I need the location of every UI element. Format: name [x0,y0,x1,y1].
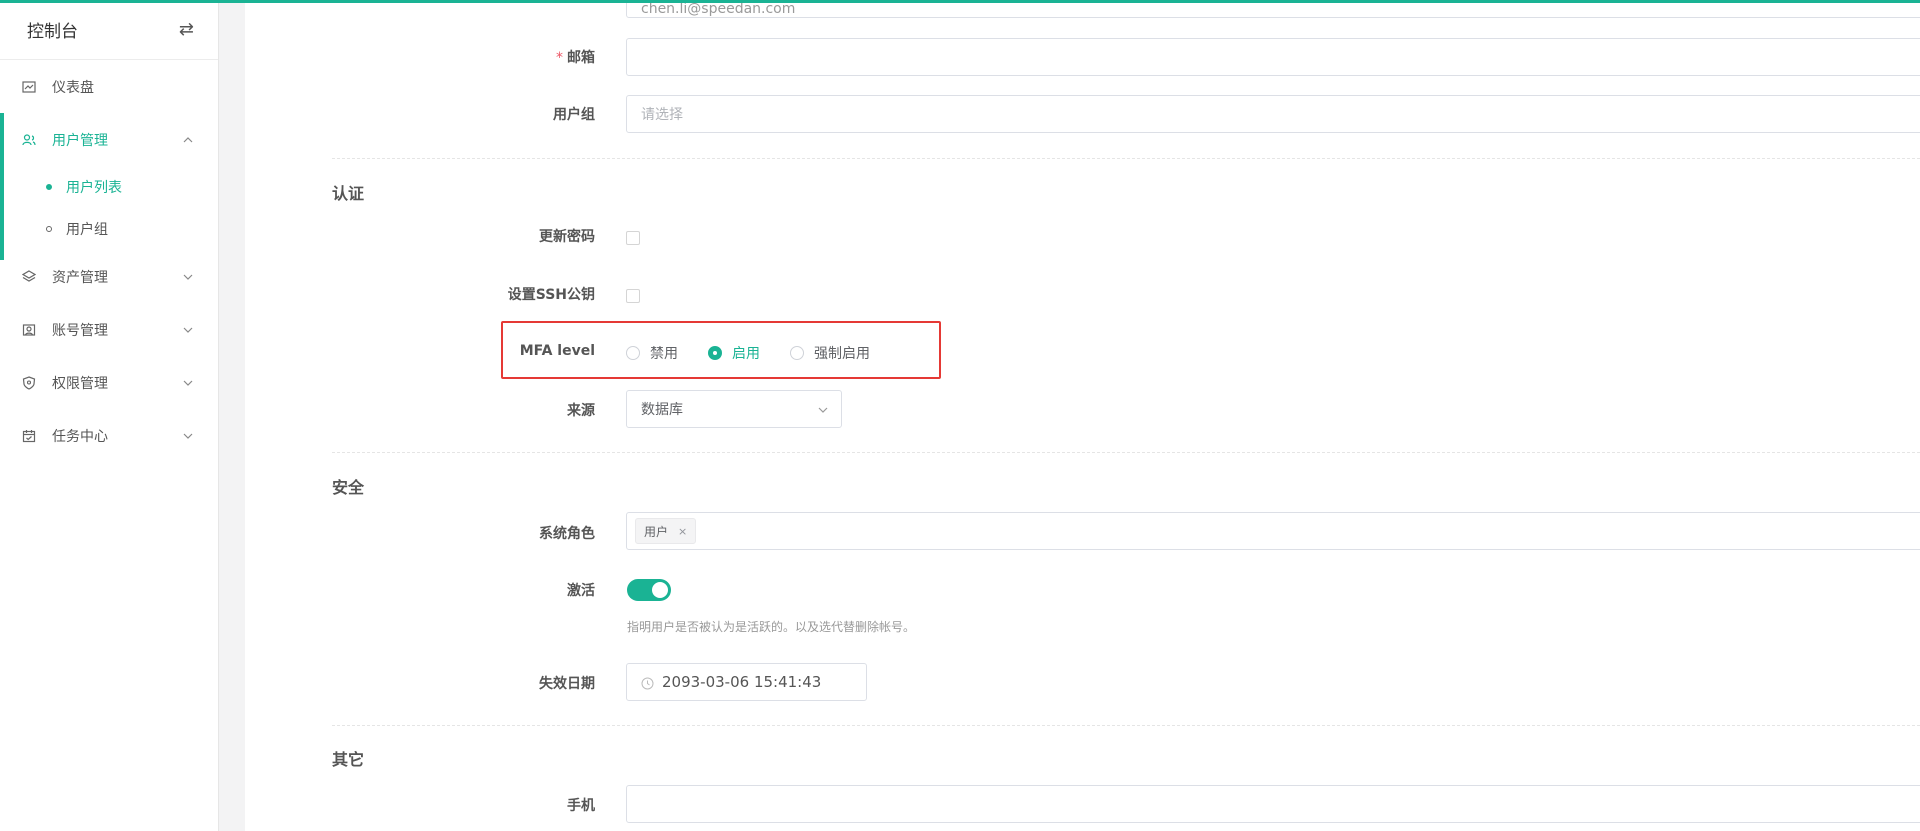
sidebar-subitem-user-list[interactable]: 用户列表 [0,166,218,208]
system-role-select[interactable]: 用户 × [626,512,1920,550]
users-icon [22,133,36,147]
set-ssh-label: 设置SSH公钥 [507,287,595,303]
sidebar-item-label: 仪表盘 [52,79,94,96]
clock-icon [641,676,654,689]
active-help-text: 指明用户是否被认为是活跃的。以及选代替删除帐号。 [627,620,916,634]
update-password-label: 更新密码 [539,229,595,245]
chevron-down-icon [182,271,194,283]
sidebar-header: 控制台 ⇄ [0,0,218,60]
sidebar-item-label: 用户管理 [52,132,108,149]
sidebar-item-assets[interactable]: 资产管理 [0,250,218,303]
section-title-auth: 认证 [332,184,365,203]
update-password-checkbox[interactable] [626,231,640,245]
radio-circle [790,346,804,360]
usergroup-select[interactable]: 请选择 [626,95,1920,133]
expire-date-picker[interactable]: 2093-03-06 15:41:43 [626,663,867,701]
mfa-radio-group: 禁用 启用 强制启用 [626,343,900,363]
radio-circle [626,346,640,360]
sidebar-item-label: 权限管理 [52,375,108,392]
mfa-radio-disable[interactable]: 禁用 [626,343,678,363]
swap-icon[interactable]: ⇄ [179,19,194,40]
role-tag: 用户 × [635,518,697,544]
section-title-security: 安全 [332,478,365,497]
bullet-icon [46,226,52,232]
sidebar-subitem-user-group[interactable]: 用户组 [0,208,218,250]
system-role-label: 系统角色 [539,526,595,542]
sidebar: 控制台 ⇄ 仪表盘 用户管理 用户列表 用户组 资产管理 账号管理 权限管理 任… [0,0,219,831]
sidebar-group-users: 用户管理 用户列表 用户组 [0,113,218,260]
source-select[interactable]: 数据库 [626,390,842,428]
chevron-down-icon [182,324,194,336]
sidebar-item-tasks[interactable]: 任务中心 [0,409,218,462]
account-icon [22,323,36,337]
chevron-down-icon [182,377,194,389]
sidebar-item-permissions[interactable]: 权限管理 [0,356,218,409]
chevron-down-icon [182,430,194,442]
phone-label: 手机 [567,798,595,814]
active-label: 激活 [567,583,595,599]
top-accent-bar [0,0,1920,3]
mfa-radio-enable[interactable]: 启用 [708,343,760,363]
calendar-icon [22,429,36,443]
section-divider [332,158,1920,159]
tag-close-icon[interactable]: × [678,525,687,538]
dashboard-icon [22,80,36,94]
mfa-label: MFA level [519,343,595,359]
switch-knob [652,582,668,598]
phone-input[interactable] [626,785,1920,823]
sidebar-item-label: 资产管理 [52,269,108,286]
sidebar-item-accounts[interactable]: 账号管理 [0,303,218,356]
layers-icon [22,269,36,284]
mfa-radio-force[interactable]: 强制启用 [790,343,870,363]
sidebar-item-users[interactable]: 用户管理 [0,113,218,166]
section-title-other: 其它 [332,750,365,769]
section-divider [332,725,1920,726]
sidebar-subitem-label: 用户组 [66,222,108,238]
active-switch[interactable] [627,579,671,601]
mail-label: * 邮箱 [556,50,595,66]
set-ssh-checkbox[interactable] [626,289,640,303]
source-label: 来源 [567,403,595,419]
chevron-up-icon [182,134,194,146]
chevron-down-icon [817,404,829,416]
radio-circle [708,346,722,360]
shield-icon [22,375,36,390]
expire-label: 失效日期 [539,676,595,692]
sidebar-title: 控制台 [27,22,78,42]
section-divider [332,452,1920,453]
bullet-icon [46,184,52,190]
sidebar-item-label: 账号管理 [52,322,108,339]
usergroup-label: 用户组 [553,107,595,123]
mail-input[interactable] [626,38,1920,76]
sidebar-item-label: 任务中心 [52,428,108,445]
sidebar-item-dashboard[interactable]: 仪表盘 [0,60,218,113]
sidebar-subitem-label: 用户列表 [66,180,122,196]
